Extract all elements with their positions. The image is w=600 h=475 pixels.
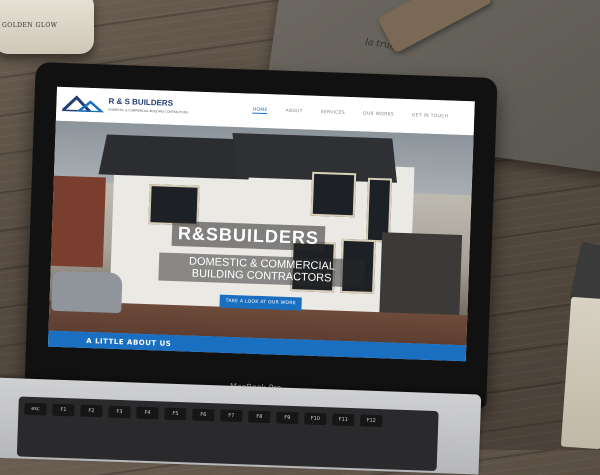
nav-services[interactable]: SERVICES [321,110,345,117]
hero-banner: R&SBUILDERS DOMESTIC & COMMERCIAL BUILDI… [47,120,474,346]
jar: GOLDEN GLOW [0,0,94,54]
logo-subtitle: DOMESTIC & COMMERCIAL BUILDING CONTRACTO… [108,107,188,115]
key-f6[interactable]: F6 [192,408,215,422]
house-roof-icon [62,95,106,113]
nav-get-in-touch[interactable]: GET IN TOUCH [412,113,448,120]
key-f12[interactable]: F12 [360,414,383,428]
key-f5[interactable]: F5 [164,407,187,421]
window [310,171,357,218]
main-nav: HOME ABOUT SERVICES OUR WORKS GET IN TOU… [252,107,448,121]
nav-about[interactable]: ABOUT [285,109,302,116]
key-esc[interactable]: esc [24,402,47,416]
key-f3[interactable]: F3 [108,405,131,419]
nav-home[interactable]: HOME [252,107,268,115]
key-f1[interactable]: F1 [52,403,75,417]
nav-our-works[interactable]: OUR WORKS [363,111,394,118]
keyboard: esc F1 F2 F3 F4 F5 F6 F7 F8 F9 F10 F11 F… [16,396,439,472]
garage-door [379,232,463,325]
key-f11[interactable]: F11 [332,413,355,427]
key-f4[interactable]: F4 [136,406,159,420]
key-f9[interactable]: F9 [276,411,299,425]
parked-car [51,270,123,314]
ceramic-tile [560,296,600,450]
key-f2[interactable]: F2 [80,404,103,418]
website-screen: R & S BUILDERS DOMESTIC & COMMERCIAL BUI… [47,86,475,362]
key-f10[interactable]: F10 [304,412,327,426]
hero-title: R&SBUILDERS [171,220,326,252]
laptop-base: esc F1 F2 F3 F4 F5 F6 F7 F8 F9 F10 F11 F… [0,377,482,475]
about-heading: A LITTLE ABOUT US [86,336,172,348]
laptop-screen-bezel: R & S BUILDERS DOMESTIC & COMMERCIAL BUI… [24,62,498,408]
key-f7[interactable]: F7 [220,409,243,423]
jar-label: GOLDEN GLOW [2,22,58,29]
key-f8[interactable]: F8 [248,410,271,424]
logo-title: R & S BUILDERS [108,96,174,108]
neighbor-house [47,175,106,268]
window [148,184,200,226]
